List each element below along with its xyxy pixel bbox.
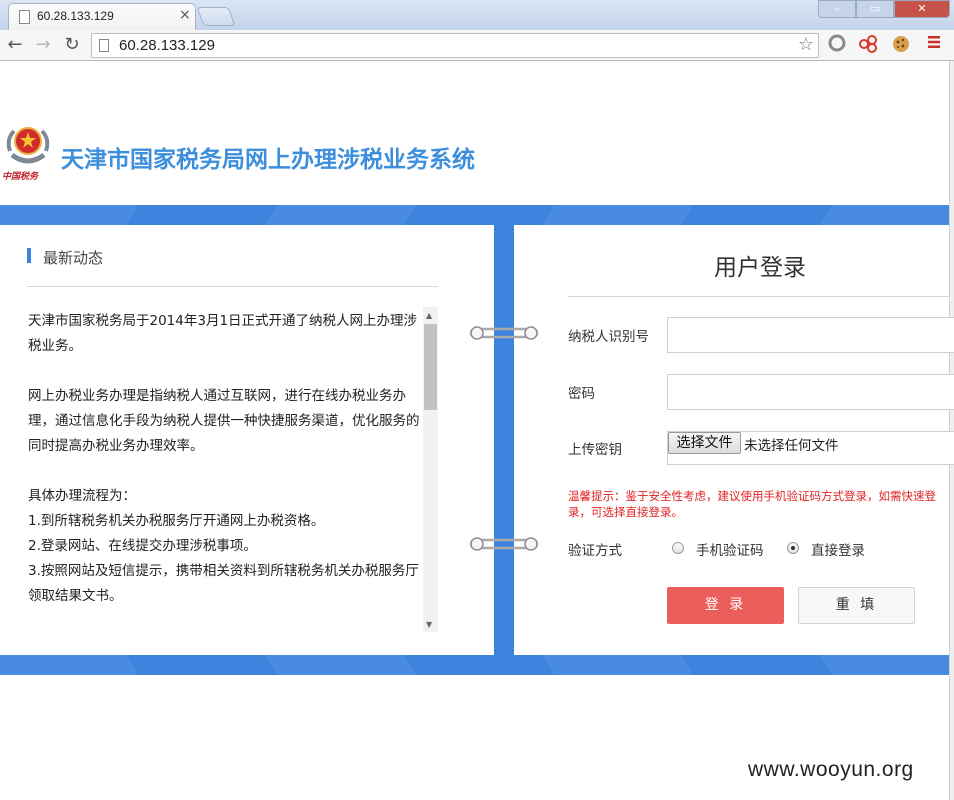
back-arrow-icon[interactable]: ← — [3, 33, 27, 57]
frame-top-band — [0, 205, 949, 225]
close-window-button[interactable]: ✕ — [894, 0, 950, 18]
news-section-title: 最新动态 — [43, 249, 104, 267]
site-title: 天津市国家税务局网上办理涉税业务系统 — [61, 147, 475, 173]
emblem-caption: 中国税务 — [2, 172, 39, 182]
process-title: 具体办理流程为： — [28, 488, 136, 504]
divider — [27, 286, 438, 287]
extension-circle-graphic — [828, 34, 846, 52]
binder-ring-icon — [469, 326, 539, 340]
close-tab-icon[interactable]: × — [179, 7, 191, 23]
login-title: 用户登录 — [714, 255, 806, 281]
extension-circle-icon[interactable] — [826, 34, 848, 56]
scroll-down-arrow-icon[interactable]: ▼ — [426, 620, 432, 629]
security-tip: 温馨提示：鉴于安全性考虑，建议使用手机验证码方式登录，如需快速登录，可选择直接登… — [568, 489, 936, 519]
bookmark-star-icon[interactable]: ☆ — [798, 34, 814, 55]
tab-title: 60.28.133.129 — [37, 9, 114, 23]
process-step: 2.登录网站、在线提交办理涉税事项。 — [28, 538, 257, 554]
sms-code-radio[interactable] — [672, 542, 684, 554]
direct-login-option-label[interactable]: 直接登录 — [811, 539, 865, 559]
frame-spine — [494, 205, 514, 675]
news-content: 天津市国家税务局于2014年3月1日正式开通了纳税人网上办理涉税业务。 网上办税… — [28, 309, 420, 609]
menu-icon[interactable] — [923, 34, 945, 56]
minimize-icon: – — [834, 2, 840, 15]
browser-tab[interactable]: 60.28.133.129 × — [8, 3, 196, 30]
news-paragraph: 天津市国家税务局于2014年3月1日正式开通了纳税人网上办理涉税业务。 — [28, 313, 418, 354]
section-marker — [27, 248, 31, 263]
page-icon — [99, 39, 109, 52]
menu-graphic — [928, 36, 940, 48]
news-paragraph: 网上办税业务办理是指纳税人通过互联网，进行在线办税业务办理，通过信息化手段为纳税… — [28, 388, 420, 454]
browser-tab-strip: 60.28.133.129 × – ▭ ✕ — [0, 0, 954, 30]
upload-key-label: 上传密钥 — [568, 442, 622, 458]
extension-cookie-graphic — [893, 36, 909, 52]
direct-login-radio[interactable] — [787, 542, 799, 554]
choose-file-button[interactable]: 选择文件 — [668, 432, 741, 454]
reload-icon[interactable]: ↻ — [60, 33, 84, 57]
binder-ring-icon — [469, 537, 539, 551]
scrollbar-thumb[interactable] — [424, 324, 437, 410]
forward-arrow-icon[interactable]: → — [31, 33, 55, 57]
close-icon: ✕ — [917, 2, 927, 15]
extension-share-graphic — [859, 35, 877, 53]
sms-code-option-label[interactable]: 手机验证码 — [696, 539, 764, 559]
minimize-window-button[interactable]: – — [818, 0, 856, 18]
emblem-graphic — [6, 127, 50, 164]
browser-toolbar: ← → ↻ 60.28.133.129 ☆ — [0, 30, 954, 61]
login-button[interactable]: 登 录 — [667, 587, 784, 624]
address-bar[interactable]: 60.28.133.129 ☆ — [91, 33, 819, 58]
national-tax-emblem-icon — [4, 121, 52, 169]
taxpayer-id-input[interactable] — [667, 317, 954, 353]
page-icon — [19, 10, 30, 24]
process-step: 1.到所辖税务机关办税服务厅开通网上办税资格。 — [28, 513, 325, 529]
new-tab-button[interactable] — [196, 7, 236, 26]
extension-share-icon[interactable] — [857, 34, 879, 56]
password-input[interactable] — [667, 374, 954, 410]
scroll-up-arrow-icon[interactable]: ▲ — [426, 311, 432, 320]
maximize-icon: ▭ — [869, 2, 881, 15]
divider — [568, 296, 949, 297]
file-status-text: 未选择任何文件 — [744, 438, 839, 454]
maximize-window-button[interactable]: ▭ — [856, 0, 894, 18]
reset-button[interactable]: 重 填 — [798, 587, 915, 624]
news-scrollbar[interactable]: ▲ ▼ — [423, 307, 438, 632]
extension-cookie-icon[interactable] — [890, 34, 912, 56]
password-label: 密码 — [568, 386, 595, 402]
verify-method-label: 验证方式 — [568, 543, 622, 559]
taxpayer-id-label: 纳税人识别号 — [568, 329, 649, 345]
process-step: 3.按照网站及短信提示，携带相关资料到所辖税务机关办税服务厅领取结果文书。 — [28, 563, 419, 604]
watermark-text: www.wooyun.org — [748, 758, 914, 781]
url-text[interactable]: 60.28.133.129 — [119, 37, 215, 54]
frame-bottom-band — [0, 655, 949, 675]
